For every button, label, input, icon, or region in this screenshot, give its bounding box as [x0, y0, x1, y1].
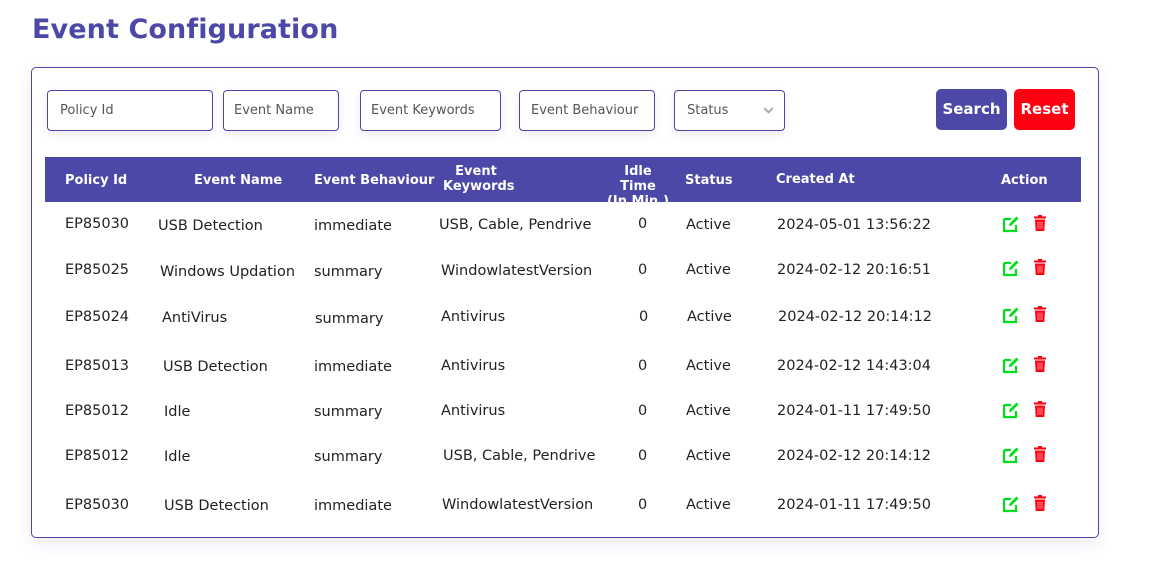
cell-created-at: 2024-01-11 17:49:50: [777, 403, 931, 419]
status-select-value: Status: [687, 103, 729, 118]
reset-button[interactable]: Reset: [1014, 89, 1075, 130]
cell-status: Active: [686, 262, 731, 278]
cell-event-name: Idle: [164, 404, 191, 420]
edit-icon[interactable]: [1002, 259, 1020, 277]
table-row: EP85030 USB Detection immediate Windowlates…: [45, 494, 1081, 527]
cell-created-at: 2024-02-12 14:43:04: [777, 358, 931, 374]
table-header: Policy Id Event Name Event Behaviour Eve…: [45, 157, 1081, 209]
cell-created-at: 2024-02-12 20:16:51: [777, 262, 931, 278]
cell-event-name: USB Detection: [163, 359, 268, 375]
cell-created-at: 2024-01-11 17:49:50: [777, 497, 931, 513]
cell-created-at: 2024-02-12 20:14:12: [777, 448, 931, 464]
cell-status: Active: [687, 309, 732, 325]
edit-icon[interactable]: [1002, 401, 1020, 419]
cell-event-name: USB Detection: [158, 218, 263, 234]
cell-event-name: Idle: [164, 449, 191, 465]
trash-icon[interactable]: [1031, 214, 1049, 232]
header-event-keywords-line1: Event: [455, 164, 497, 179]
cell-status: Active: [686, 497, 731, 513]
table-row: EP85025 Windows Updation summary Windowlate…: [45, 259, 1081, 292]
table-row: EP85024 AntiVirus summary Antivirus 0 Active 2…: [45, 306, 1081, 339]
page-title: Event Configuration: [32, 14, 339, 45]
cell-event-behaviour: summary: [314, 449, 383, 465]
edit-icon[interactable]: [1002, 306, 1020, 324]
cell-event-keywords: Antivirus: [441, 358, 506, 374]
status-select[interactable]: Status: [674, 90, 785, 131]
header-idle-time: Idle Time (In Min.): [606, 164, 670, 209]
header-action: Action: [1001, 173, 1048, 188]
cell-event-name: Windows Updation: [160, 264, 296, 280]
header-policy-id: Policy Id: [65, 173, 128, 188]
cell-created-at: 2024-05-01 13:56:22: [777, 217, 931, 233]
header-event-name: Event Name: [194, 173, 283, 188]
cell-event-keywords: WindowlatestVersion: [442, 497, 594, 513]
header-event-keywords-line2: Keywords: [443, 179, 515, 194]
edit-icon[interactable]: [1002, 495, 1020, 513]
cell-event-behaviour: summary: [314, 404, 383, 420]
header-idle-time-line1: Idle Time: [620, 164, 656, 194]
event-name-input[interactable]: [223, 90, 339, 131]
chevron-down-icon: [764, 107, 773, 114]
edit-icon[interactable]: [1002, 215, 1020, 233]
edit-icon[interactable]: [1002, 446, 1020, 464]
edit-icon[interactable]: [1002, 356, 1020, 374]
cell-policy-id: EP85013: [65, 358, 130, 374]
cell-status: Active: [686, 358, 731, 374]
cell-status: Active: [686, 403, 731, 419]
cell-idle-time: 0: [638, 358, 648, 374]
cell-status: Active: [686, 217, 731, 233]
cell-idle-time: 0: [638, 497, 648, 513]
cell-event-behaviour: summary: [314, 264, 383, 280]
header-created-at: Created At: [776, 172, 855, 187]
table-row: EP85013 USB Detection immediate Antivirus 0 A…: [45, 355, 1081, 388]
cell-event-behaviour: summary: [315, 311, 384, 327]
event-keywords-input[interactable]: [360, 90, 501, 131]
cell-idle-time: 0: [638, 403, 648, 419]
cell-event-behaviour: immediate: [314, 359, 392, 375]
cell-idle-time: 0: [638, 448, 648, 464]
table-row: EP85012 Idle summary USB, Cable, Pendrive 0 A…: [45, 445, 1081, 478]
event-behaviour-input[interactable]: [519, 90, 655, 131]
cell-policy-id: EP85012: [65, 448, 130, 464]
cell-policy-id: EP85025: [65, 262, 130, 278]
cell-idle-time: 0: [639, 309, 649, 325]
cell-status: Active: [686, 448, 731, 464]
cell-policy-id: EP85012: [65, 403, 130, 419]
header-event-keywords: Event Keywords: [443, 164, 515, 194]
trash-icon[interactable]: [1031, 445, 1049, 463]
trash-icon[interactable]: [1031, 355, 1049, 373]
header-event-behaviour: Event Behaviour: [314, 173, 435, 188]
cell-created-at: 2024-02-12 20:14:12: [778, 309, 932, 325]
table-row: EP85012 Idle summary Antivirus 0 Active 2024-0…: [45, 400, 1081, 433]
cell-event-keywords: USB, Cable, Pendrive: [439, 217, 592, 233]
trash-icon[interactable]: [1031, 400, 1049, 418]
cell-policy-id: EP85024: [65, 309, 130, 325]
cell-idle-time: 0: [638, 216, 648, 232]
cell-event-keywords: Antivirus: [441, 403, 506, 419]
table-row: EP85030 USB Detection immediate USB, Cable,…: [45, 214, 1081, 246]
cell-policy-id: EP85030: [65, 497, 130, 513]
cell-event-keywords: Antivirus: [441, 309, 506, 325]
cell-event-keywords: WindowlatestVersion: [441, 263, 593, 279]
policy-id-input[interactable]: [47, 90, 213, 131]
cell-event-behaviour: immediate: [314, 498, 392, 514]
trash-icon[interactable]: [1031, 305, 1049, 323]
cell-event-name: AntiVirus: [162, 310, 228, 326]
cell-idle-time: 0: [638, 262, 648, 278]
header-idle-time-line2: (In Min.): [606, 194, 670, 209]
trash-icon[interactable]: [1031, 258, 1049, 276]
cell-event-name: USB Detection: [164, 498, 269, 514]
cell-policy-id: EP85030: [65, 216, 130, 232]
cell-event-behaviour: immediate: [314, 218, 392, 234]
header-status: Status: [685, 173, 733, 188]
cell-event-keywords: USB, Cable, Pendrive: [443, 448, 596, 464]
event-config-card: Status Search Reset Policy Id Event Name…: [31, 67, 1099, 538]
trash-icon[interactable]: [1031, 494, 1049, 512]
search-button[interactable]: Search: [936, 89, 1007, 130]
